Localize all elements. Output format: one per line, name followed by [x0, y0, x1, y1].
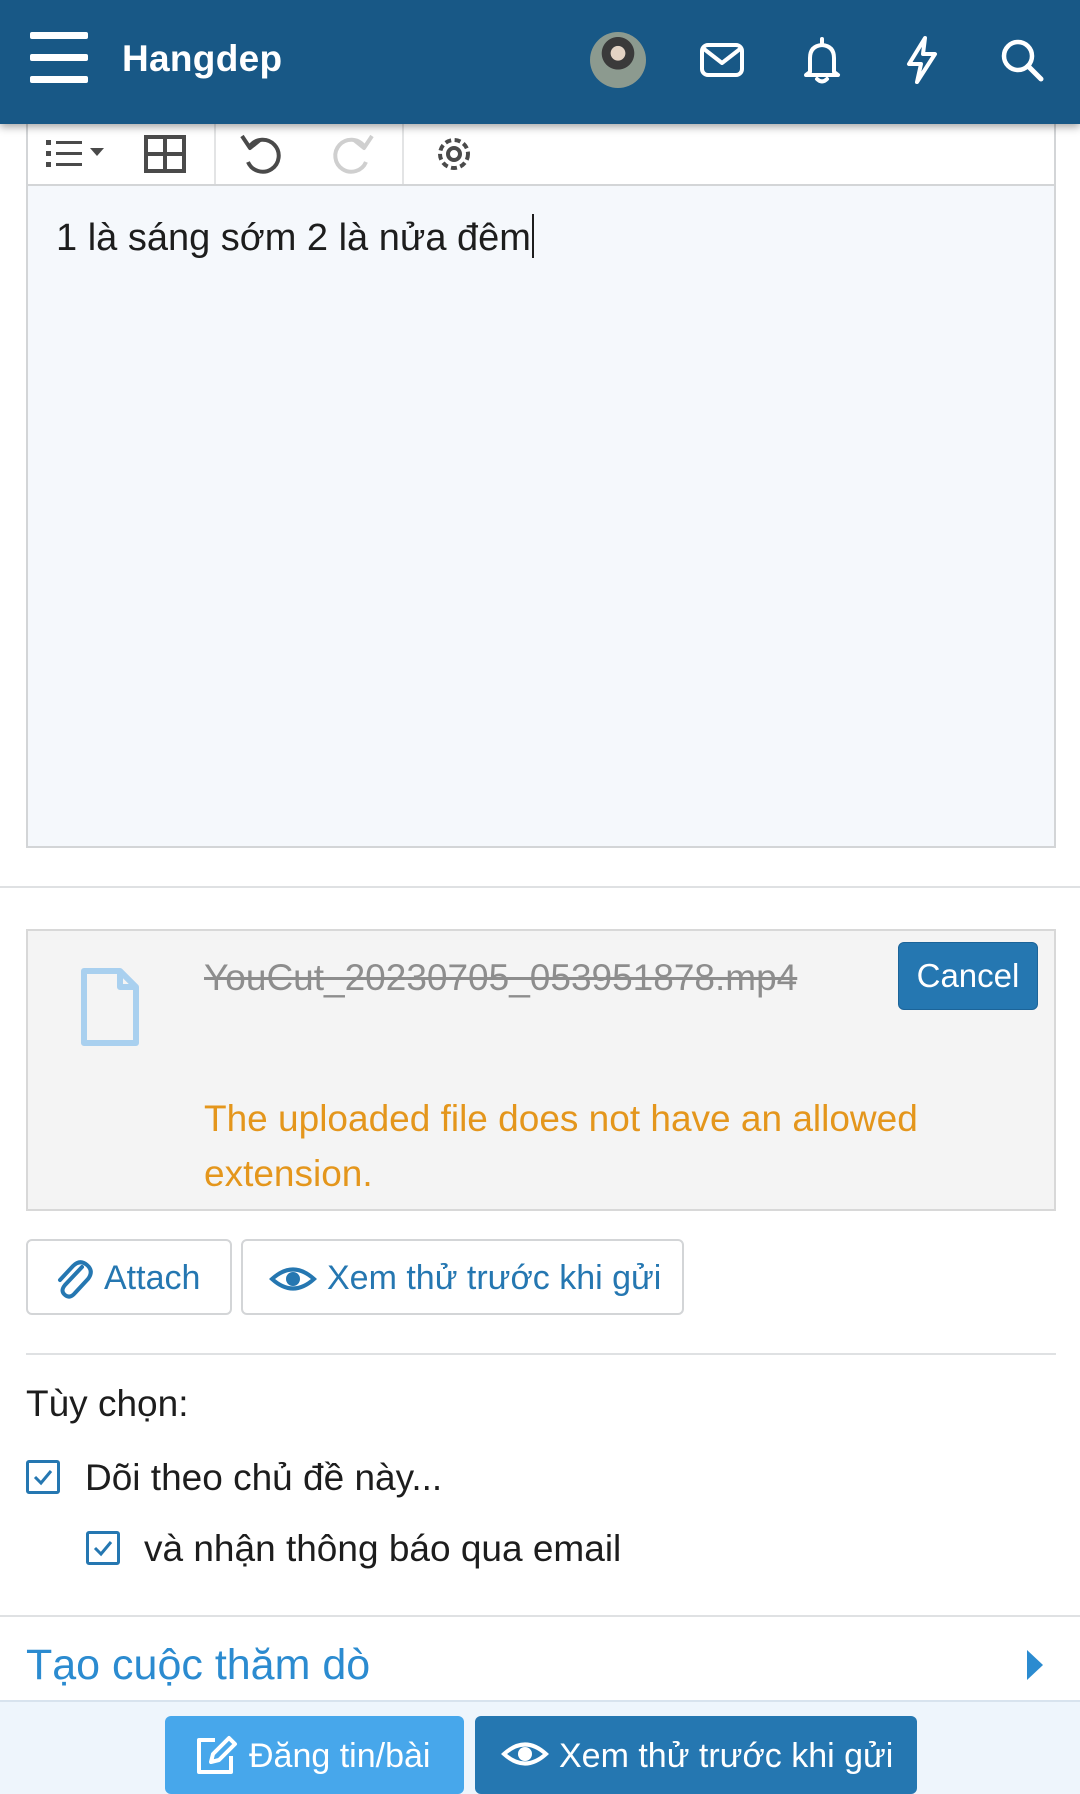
undo-icon[interactable]	[234, 124, 290, 184]
divider	[0, 886, 1080, 888]
footer-preview-button[interactable]: Xem thử trước khi gửi	[475, 1716, 917, 1794]
attach-label: Attach	[104, 1259, 201, 1297]
submit-bar: Đăng tin/bài Xem thử trước khi gửi	[0, 1700, 1080, 1794]
settings-icon[interactable]	[426, 124, 482, 184]
site-title[interactable]: Hangdep	[122, 38, 282, 80]
expand-arrow-icon[interactable]	[1027, 1650, 1043, 1680]
bell-icon[interactable]	[792, 30, 852, 90]
list-icon[interactable]	[42, 124, 112, 184]
message-editor: 1 là sáng sớm 2 là nửa đêm	[26, 124, 1056, 848]
create-poll-link[interactable]: Tạo cuộc thăm dò	[26, 1641, 370, 1690]
editor-text-area[interactable]: 1 là sáng sớm 2 là nửa đêm	[28, 186, 1054, 846]
preview-button[interactable]: Xem thử trước khi gửi	[241, 1239, 684, 1315]
redo-icon[interactable]	[324, 124, 380, 184]
attachment-upload-item: YouCut_20230705_053951878.mp4 Cancel The…	[26, 929, 1056, 1211]
watch-thread-label[interactable]: Dõi theo chủ đề này...	[85, 1457, 442, 1499]
file-icon	[81, 968, 139, 1046]
email-notify-label[interactable]: và nhận thông báo qua email	[144, 1528, 621, 1570]
bolt-icon[interactable]	[892, 30, 952, 90]
post-reply-button[interactable]: Đăng tin/bài	[165, 1716, 464, 1794]
options-heading: Tùy chọn:	[26, 1383, 189, 1424]
footer-preview-label: Xem thử trước khi gửi	[559, 1737, 894, 1775]
attach-button[interactable]: Attach	[26, 1239, 232, 1315]
divider	[26, 1353, 1056, 1355]
text-caret	[531, 214, 534, 258]
table-icon[interactable]	[140, 124, 190, 184]
post-reply-label: Đăng tin/bài	[249, 1737, 431, 1775]
email-notify-checkbox[interactable]	[86, 1531, 120, 1565]
eye-icon	[501, 1742, 549, 1766]
check-icon	[33, 1470, 53, 1486]
editor-content: 1 là sáng sớm 2 là nửa đêm	[56, 217, 531, 259]
preview-label: Xem thử trước khi gửi	[327, 1259, 662, 1297]
mail-icon[interactable]	[692, 30, 752, 90]
paperclip-icon	[58, 1260, 93, 1299]
edit-icon	[197, 1736, 237, 1774]
menu-icon[interactable]	[30, 32, 88, 84]
search-icon[interactable]	[992, 30, 1052, 90]
check-icon	[93, 1541, 113, 1557]
upload-error-message: The uploaded file does not have an allow…	[204, 1098, 918, 1194]
watch-thread-checkbox[interactable]	[26, 1460, 60, 1494]
file-name: YouCut_20230705_053951878.mp4	[204, 957, 798, 998]
cancel-upload-button[interactable]: Cancel	[898, 942, 1038, 1010]
eye-icon	[269, 1267, 317, 1291]
divider	[0, 1615, 1080, 1617]
avatar[interactable]	[590, 32, 646, 88]
top-app-bar: Hangdep	[0, 0, 1080, 124]
editor-toolbar	[28, 124, 1054, 186]
